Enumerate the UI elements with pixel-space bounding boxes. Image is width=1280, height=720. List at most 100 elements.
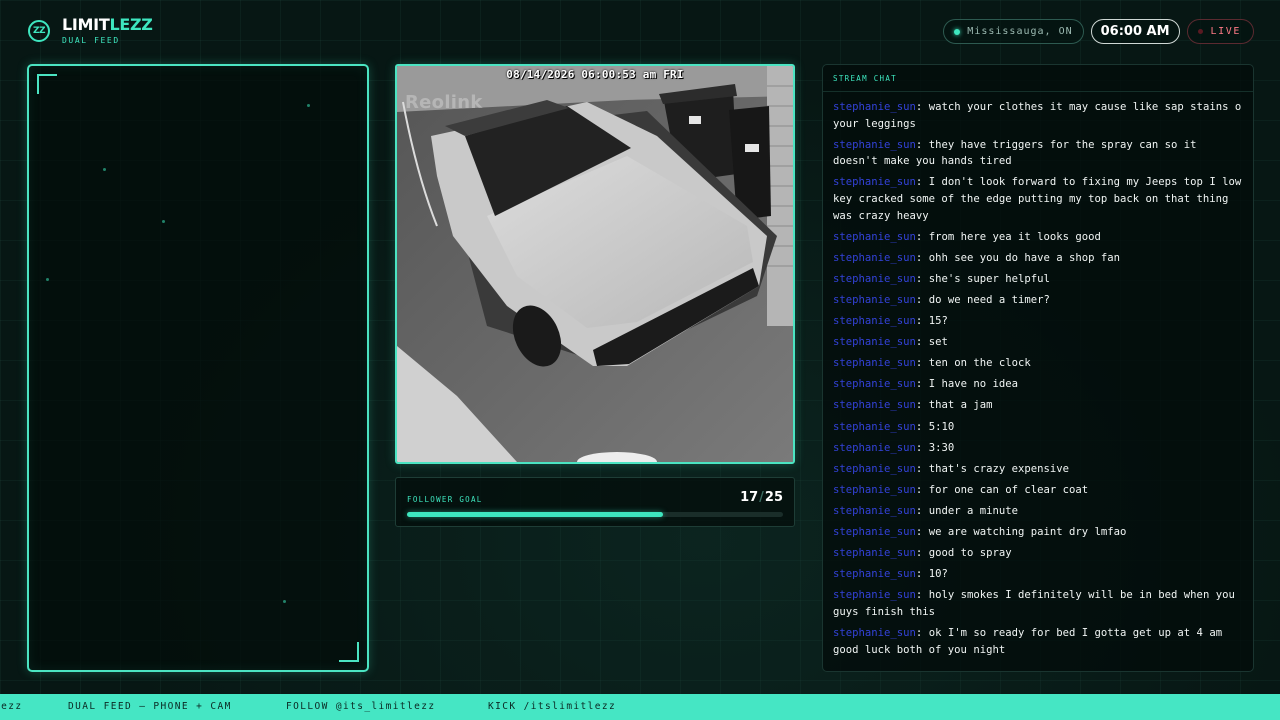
chat-text: from here yea it looks good — [928, 230, 1101, 243]
chat-message: stephanie_sun: 15? — [833, 313, 1245, 330]
chat-username[interactable]: stephanie_sun — [833, 484, 916, 496]
brand-text: LIMITLEZZ DUAL FEED — [62, 16, 153, 46]
chat-message: stephanie_sun: set — [833, 334, 1245, 351]
brand: ZZ LIMITLEZZ DUAL FEED — [28, 16, 153, 45]
chat-text: for one can of clear coat — [928, 483, 1089, 496]
header-status: Mississauga, ON 06:00 AM LIVE — [943, 19, 1254, 44]
chat-message: stephanie_sun: that a jam — [833, 397, 1245, 414]
location-text: Mississauga, ON — [967, 26, 1073, 37]
chat-text: good to spray — [928, 547, 1012, 560]
chat-username[interactable]: stephanie_sun — [833, 505, 916, 517]
chat-separator: : — [915, 101, 929, 113]
follower-goal-label: FOLLOWER GOAL — [407, 495, 483, 504]
particle-dot — [103, 168, 106, 171]
chat-username[interactable]: stephanie_sun — [833, 101, 916, 113]
ticker-item: FOLLOW @its_limitlezz — [286, 701, 436, 712]
brand-subtitle: DUAL FEED — [62, 36, 120, 45]
location-badge: Mississauga, ON — [943, 19, 1084, 44]
camera-timestamp: 08/14/2026 06:00:53 am FRI — [506, 68, 684, 81]
chat-text: 15? — [928, 315, 948, 328]
chat-message: stephanie_sun: holy smokes I definitely … — [833, 587, 1245, 620]
chat-username[interactable]: stephanie_sun — [833, 463, 916, 475]
ticker-item: DUAL FEED — PHONE + CAM — [68, 701, 232, 712]
chat-text: she's super helpful — [928, 272, 1050, 285]
chat-message: stephanie_sun: I have no idea — [833, 376, 1245, 393]
brand-title-main: LIMIT — [62, 15, 110, 34]
chat-separator: : — [915, 589, 929, 602]
chat-username[interactable]: stephanie_sun — [833, 357, 916, 369]
chat-username[interactable]: stephanie_sun — [833, 421, 916, 433]
frame-corner-top-left — [37, 74, 57, 94]
frame-corner-bottom-right — [339, 642, 359, 662]
follower-goal-widget: FOLLOWER GOAL 17/25 — [395, 477, 795, 527]
chat-message: stephanie_sun: they have triggers for th… — [833, 137, 1245, 170]
camera-feed: 08/14/2026 06:00:53 am FRI Reolink — [395, 64, 795, 464]
camera-image — [397, 66, 793, 462]
brand-title-accent: LEZZ — [109, 15, 153, 34]
follower-goal-progress-track — [407, 512, 783, 517]
chat-username[interactable]: stephanie_sun — [833, 442, 916, 454]
chat-separator: : — [915, 626, 929, 639]
chat-message: stephanie_sun: for one can of clear coat — [833, 482, 1245, 499]
chat-username[interactable]: stephanie_sun — [833, 399, 916, 411]
chat-separator: : — [915, 547, 929, 560]
chat-username[interactable]: stephanie_sun — [833, 589, 916, 601]
chat-username[interactable]: stephanie_sun — [833, 231, 916, 243]
stream-chat-messages[interactable]: stephanie_sun: watch your clothes it may… — [833, 99, 1245, 663]
chat-separator: : — [915, 315, 929, 328]
chat-text: that's crazy expensive — [928, 462, 1070, 475]
chat-text: set — [928, 336, 948, 349]
chat-text: 5:10 — [928, 420, 955, 433]
particle-dot — [283, 600, 286, 603]
chat-text: 3:30 — [928, 441, 955, 454]
chat-message: stephanie_sun: I don't look forward to f… — [833, 174, 1245, 224]
chat-message: stephanie_sun: ohh see you do have a sho… — [833, 250, 1245, 267]
brand-title: LIMITLEZZ — [62, 16, 153, 34]
chat-message: stephanie_sun: we are watching paint dry… — [833, 524, 1245, 541]
chat-username[interactable]: stephanie_sun — [833, 273, 916, 285]
chat-username[interactable]: stephanie_sun — [833, 378, 916, 390]
chat-message: stephanie_sun: ok I'm so ready for bed I… — [833, 625, 1245, 658]
chat-separator: : — [915, 378, 929, 391]
clock-text: 06:00 AM — [1100, 24, 1170, 39]
chat-username[interactable]: stephanie_sun — [833, 336, 916, 348]
chat-username[interactable]: stephanie_sun — [833, 294, 916, 306]
stream-chat-panel: STREAM CHAT stephanie_sun: watch your cl… — [822, 64, 1254, 672]
chat-message: stephanie_sun: watch your clothes it may… — [833, 99, 1245, 132]
chat-message: stephanie_sun: 5:10 — [833, 419, 1245, 436]
chat-username[interactable]: stephanie_sun — [833, 176, 916, 188]
chat-separator: : — [915, 336, 929, 349]
particle-dot — [307, 104, 310, 107]
chat-text: 10? — [928, 568, 948, 581]
chat-separator: : — [915, 176, 929, 189]
particle-dot — [162, 220, 165, 223]
stream-chat-title: STREAM CHAT — [833, 74, 897, 83]
particle-dot — [46, 278, 49, 281]
chat-text: under a minute — [928, 504, 1018, 517]
stream-chat-divider — [823, 91, 1253, 92]
chat-username[interactable]: stephanie_sun — [833, 627, 916, 639]
live-badge: LIVE — [1186, 19, 1254, 44]
chat-username[interactable]: stephanie_sun — [833, 315, 916, 327]
chat-separator: : — [915, 441, 929, 454]
chat-username[interactable]: stephanie_sun — [833, 547, 916, 559]
chat-separator: : — [915, 138, 929, 151]
chat-separator: : — [915, 251, 929, 264]
chat-separator: : — [915, 399, 929, 412]
chat-message: stephanie_sun: under a minute — [833, 503, 1245, 520]
chat-username[interactable]: stephanie_sun — [833, 568, 916, 580]
chat-text: ohh see you do have a shop fan — [928, 251, 1121, 264]
chat-separator: : — [915, 483, 929, 496]
location-status-dot-icon — [954, 28, 961, 35]
brand-logo-icon: ZZ — [28, 19, 50, 42]
chat-separator: : — [915, 293, 929, 306]
chat-username[interactable]: stephanie_sun — [833, 526, 916, 538]
chat-message: stephanie_sun: 10? — [833, 566, 1245, 583]
chat-separator: : — [915, 230, 929, 243]
phone-feed-frame — [27, 64, 369, 672]
chat-message: stephanie_sun: 3:30 — [833, 440, 1245, 457]
chat-text: I have no idea — [928, 378, 1018, 391]
chat-username[interactable]: stephanie_sun — [833, 139, 916, 151]
camera-watermark: Reolink — [405, 92, 483, 113]
chat-username[interactable]: stephanie_sun — [833, 252, 916, 264]
